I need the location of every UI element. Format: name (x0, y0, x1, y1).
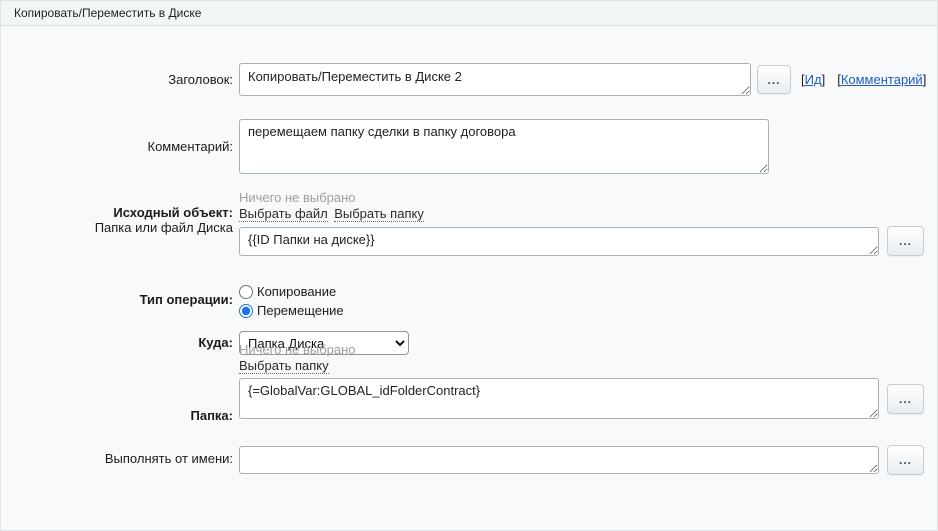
run-as-input[interactable] (239, 446, 879, 474)
radio-option-copy[interactable]: Копирование (239, 282, 937, 301)
title-more-button[interactable]: ... (757, 65, 791, 94)
run-as-label: Выполнять от имени: (1, 445, 233, 466)
bracket: ] (923, 72, 927, 87)
destination-label: Куда: (1, 331, 233, 350)
source-more-button[interactable]: ... (887, 226, 924, 256)
bracket: ] (822, 72, 826, 87)
run-as-more-button[interactable]: ... (887, 445, 924, 475)
comment-input[interactable]: перемещаем папку сделки в папку договора (239, 119, 769, 174)
settings-form: Заголовок: Копировать/Переместить в Диск… (1, 26, 937, 475)
choose-file-link[interactable]: Выбрать файл (239, 206, 328, 222)
copy-radio-label: Копирование (257, 284, 336, 299)
activity-settings-window: Копировать/Переместить в Диске Заголовок… (0, 0, 938, 531)
window-title: Копировать/Переместить в Диске (14, 6, 201, 20)
move-radio[interactable] (239, 304, 253, 318)
row-comment: Комментарий: перемещаем папку сделки в п… (1, 119, 937, 174)
row-title: Заголовок: Копировать/Переместить в Диск… (1, 63, 937, 96)
comment-link[interactable]: Комментарий (841, 72, 923, 87)
row-operation-type: Тип операции: Копирование Перемещение (1, 282, 937, 320)
source-label-sub: Папка или файл Диска (95, 220, 233, 235)
comment-label: Комментарий: (1, 119, 233, 154)
title-input[interactable]: Копировать/Переместить в Диске 2 (239, 63, 751, 96)
comment-link-group: [Комментарий] (837, 71, 926, 89)
choose-folder-link[interactable]: Выбрать папку (334, 206, 424, 222)
radio-option-move[interactable]: Перемещение (239, 301, 937, 320)
move-radio-label: Перемещение (257, 303, 344, 318)
row-source-object: Исходный объект: Папка или файл Диска Ни… (1, 190, 937, 256)
folder-nothing-selected: Ничего не выбрано (239, 342, 937, 357)
copy-radio[interactable] (239, 285, 253, 299)
choose-folder-link[interactable]: Выбрать папку (239, 358, 329, 374)
title-label: Заголовок: (1, 63, 233, 87)
id-link-group: [Ид] (801, 71, 825, 89)
folder-input[interactable]: {=GlobalVar:GLOBAL_idFolderContract} (239, 378, 879, 419)
window-titlebar: Копировать/Переместить в Диске (1, 1, 937, 26)
folder-more-button[interactable]: ... (887, 384, 924, 414)
source-label: Исходный объект: Папка или файл Диска (1, 190, 233, 235)
row-folder: Папка: Ничего не выбрано Выбрать папку {… (1, 375, 937, 423)
operation-label: Тип операции: (1, 282, 233, 307)
source-label-main: Исходный объект: (113, 205, 233, 220)
source-object-input[interactable]: {{ID Папки на диске}} (239, 227, 879, 256)
row-run-as: Выполнять от имени: ... (1, 445, 937, 475)
id-link[interactable]: Ид (805, 72, 822, 87)
folder-label: Папка: (1, 375, 233, 423)
source-nothing-selected: Ничего не выбрано (239, 190, 937, 205)
